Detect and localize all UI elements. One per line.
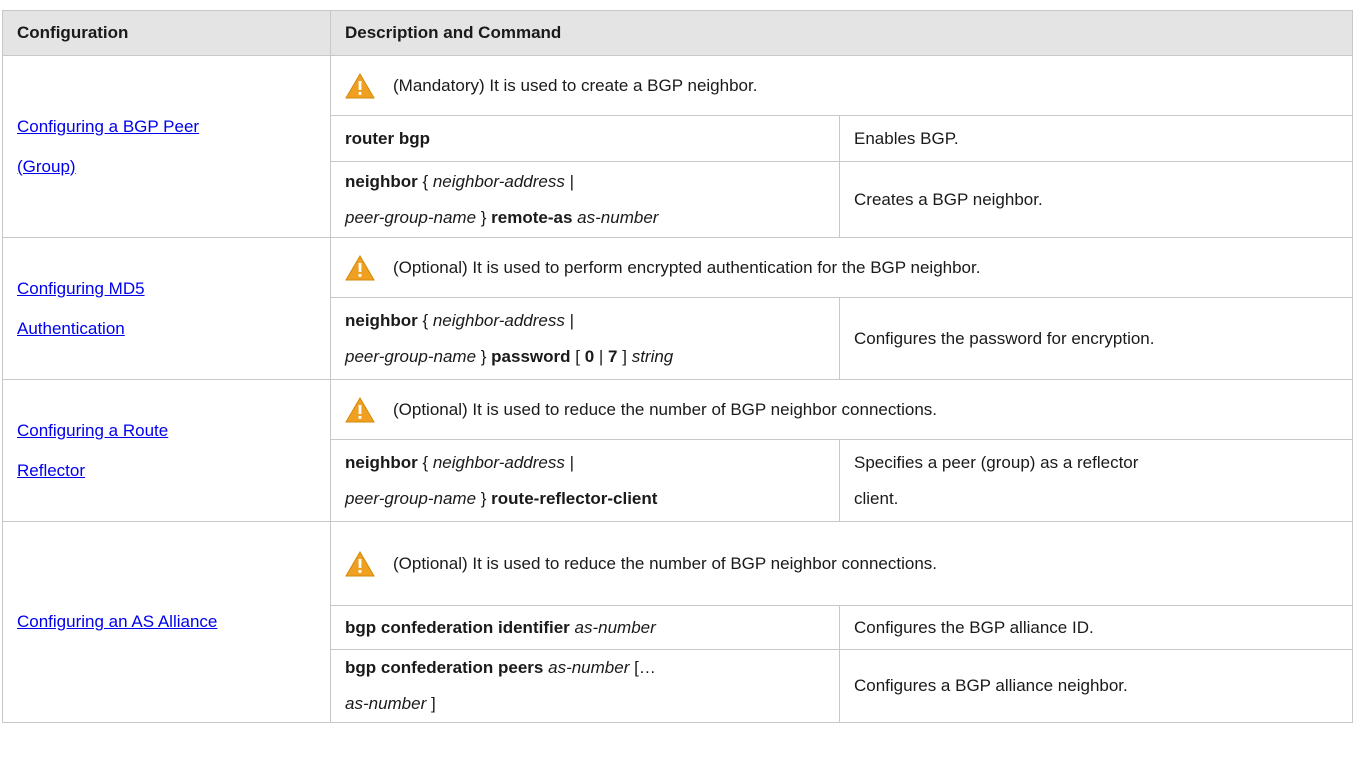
configuration-cell: Configuring a Route Reflector bbox=[2, 379, 331, 522]
link-line[interactable]: Authentication bbox=[17, 319, 125, 338]
command-text: neighbor { neighbor-address | peer-group-… bbox=[345, 452, 658, 508]
section-note-row: Configuring a Route Reflector (Optional)… bbox=[2, 379, 1353, 522]
command-description-cell: Enables BGP. bbox=[839, 115, 1353, 162]
configuration-cell: Configuring a BGP Peer (Group) bbox=[2, 55, 331, 238]
config-table: Configuration Description and Command Co… bbox=[2, 10, 1353, 723]
config-link-route-reflector[interactable]: Configuring a Route Reflector bbox=[17, 411, 316, 491]
note-cell: (Optional) It is used to reduce the numb… bbox=[330, 379, 1353, 440]
command-text: neighbor { neighbor-address | peer-group-… bbox=[345, 310, 674, 366]
note-text: (Optional) It is used to reduce the numb… bbox=[393, 399, 937, 419]
command-text: bgp confederation identifier as-number bbox=[345, 617, 656, 637]
note-cell: (Optional) It is used to perform encrypt… bbox=[330, 237, 1353, 298]
command-description: Specifies a peer (group) as a reflector c… bbox=[854, 452, 1139, 508]
note-text: (Mandatory) It is used to create a BGP n… bbox=[393, 75, 758, 95]
link-line[interactable]: Configuring an AS Alliance bbox=[17, 612, 217, 631]
link-line[interactable]: Configuring MD5 bbox=[17, 279, 145, 298]
note-cell: (Optional) It is used to reduce the numb… bbox=[330, 521, 1353, 606]
warning-triangle-icon bbox=[345, 550, 375, 576]
command-cell: router bgp bbox=[330, 115, 840, 162]
header-description-command: Description and Command bbox=[330, 10, 1353, 56]
note: (Optional) It is used to reduce the numb… bbox=[345, 550, 1338, 578]
link-line[interactable]: Configuring a BGP Peer bbox=[17, 117, 199, 136]
section-note-row: Configuring an AS Alliance (Optional) It… bbox=[2, 521, 1353, 723]
command-cell: bgp confederation peers as-number [… as-n… bbox=[330, 649, 840, 723]
note-text: (Optional) It is used to reduce the numb… bbox=[393, 553, 937, 573]
warning-triangle-icon bbox=[345, 396, 375, 422]
command-cell: neighbor { neighbor-address | peer-group-… bbox=[330, 439, 840, 522]
note: (Optional) It is used to reduce the numb… bbox=[345, 396, 1338, 424]
configuration-cell: Configuring MD5 Authentication bbox=[2, 237, 331, 380]
table-header-row: Configuration Description and Command bbox=[2, 10, 1353, 56]
section-note-row: Configuring MD5 Authentication (Optional… bbox=[2, 237, 1353, 380]
command-text: bgp confederation peers as-number [… as-n… bbox=[345, 658, 656, 713]
note-cell: (Mandatory) It is used to create a BGP n… bbox=[330, 55, 1353, 116]
warning-triangle-icon bbox=[345, 254, 375, 280]
command-cell: neighbor { neighbor-address | peer-group-… bbox=[330, 297, 840, 380]
note-text: (Optional) It is used to perform encrypt… bbox=[393, 257, 981, 277]
command-text: router bgp bbox=[345, 128, 430, 148]
configuration-cell: Configuring an AS Alliance bbox=[2, 521, 331, 723]
config-link-bgp-peer[interactable]: Configuring a BGP Peer (Group) bbox=[17, 107, 316, 187]
config-link-md5-authentication[interactable]: Configuring MD5 Authentication bbox=[17, 269, 316, 349]
command-cell: neighbor { neighbor-address | peer-group-… bbox=[330, 161, 840, 238]
command-cell: bgp confederation identifier as-number bbox=[330, 605, 840, 650]
command-description: Creates a BGP neighbor. bbox=[854, 189, 1043, 209]
command-description-cell: Configures the password for encryption. bbox=[839, 297, 1353, 380]
command-description-cell: Configures the BGP alliance ID. bbox=[839, 605, 1353, 650]
command-description: Configures the BGP alliance ID. bbox=[854, 617, 1094, 637]
link-line[interactable]: (Group) bbox=[17, 157, 76, 176]
note: (Optional) It is used to perform encrypt… bbox=[345, 254, 1338, 282]
command-description: Configures a BGP alliance neighbor. bbox=[854, 676, 1128, 695]
note: (Mandatory) It is used to create a BGP n… bbox=[345, 72, 1338, 100]
config-link-as-alliance[interactable]: Configuring an AS Alliance bbox=[17, 602, 316, 642]
command-description: Configures the password for encryption. bbox=[854, 328, 1155, 348]
warning-triangle-icon bbox=[345, 72, 375, 98]
command-description-cell: Configures a BGP alliance neighbor. bbox=[839, 649, 1353, 723]
link-line[interactable]: Reflector bbox=[17, 461, 85, 480]
section-note-row: Configuring a BGP Peer (Group) (Mandator… bbox=[2, 55, 1353, 238]
command-text: neighbor { neighbor-address | peer-group-… bbox=[345, 171, 659, 227]
command-description-cell: Creates a BGP neighbor. bbox=[839, 161, 1353, 238]
header-configuration: Configuration bbox=[2, 10, 331, 56]
link-line[interactable]: Configuring a Route bbox=[17, 421, 168, 440]
command-description-cell: Specifies a peer (group) as a reflector c… bbox=[839, 439, 1353, 522]
command-description: Enables BGP. bbox=[854, 128, 959, 148]
